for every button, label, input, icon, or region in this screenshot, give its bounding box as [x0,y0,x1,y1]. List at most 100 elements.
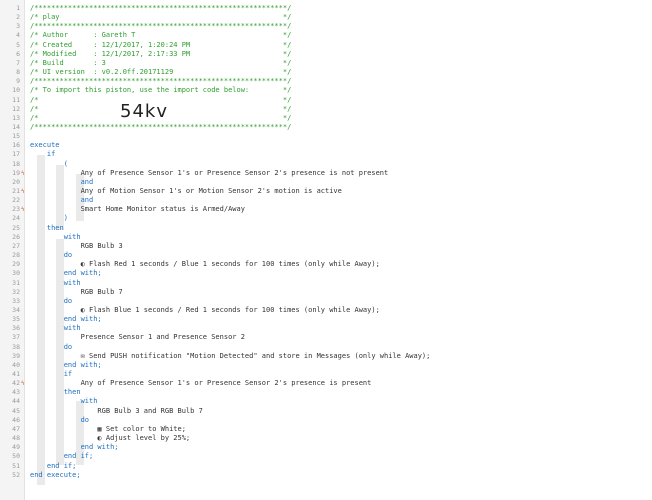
line-number: 4 [16,31,20,40]
line-number: 12 [12,104,20,113]
line-number: 13 [12,113,20,122]
code-text: /* UI version : v0.2.0ff.20171129 */ [30,68,292,77]
code-text: do [30,342,73,351]
code-line[interactable]: 15 [0,132,652,141]
code-line[interactable]: 49 end with; [0,443,652,452]
code-line[interactable]: 22 and [0,196,652,205]
code-line[interactable]: 18 ( [0,160,652,169]
code-text: do [30,296,73,305]
code-line[interactable]: 43 then [0,388,652,397]
line-number: 15 [12,132,20,141]
code-text: ✉ Send PUSH notification "Motion Detecte… [30,351,431,360]
code-text: end with; [30,315,102,324]
code-line[interactable]: 6 /* Modified : 12/1/2017, 2:17:33 PM */ [0,50,652,59]
line-number: 49 [12,443,20,452]
trigger-bolt-icon: ϟ [21,188,25,195]
code-line[interactable]: 34 ◐ Flash Blue 1 seconds / Red 1 second… [0,306,652,315]
code-line[interactable]: 37 Presence Sensor 1 and Presence Sensor… [0,333,652,342]
code-line[interactable]: 8 /* UI version : v0.2.0ff.20171129 */ [0,68,652,77]
code-text: end if; [30,452,94,461]
code-text: Any of Presence Sensor 1's or Presence S… [30,168,389,177]
line-number: 22 [12,196,20,205]
line-number: 3 [16,22,20,31]
code-line[interactable]: 11/* */ [0,96,652,105]
code-text: /* Created : 12/1/2017, 1:20:24 PM */ [30,40,292,49]
code-line[interactable]: 19 ϟ Any of Presence Sensor 1's or Presen… [0,169,652,178]
code-text: ( [30,159,68,168]
code-line[interactable]: 9 /**************************************… [0,77,652,86]
code-text: /***************************************… [30,77,292,86]
code-line[interactable]: 2 /* play */ [0,13,652,22]
code-text: ◐ Adjust level by 25%; [30,434,191,443]
line-number: 50 [12,452,20,461]
code-line[interactable]: 7 /* Build : 3 */ [0,59,652,68]
code-line[interactable]: 41 if [0,370,652,379]
code-line[interactable]: 46 do [0,416,652,425]
line-number: 36 [12,324,20,333]
code-text: with [30,232,81,241]
code-line[interactable]: 31 with [0,279,652,288]
code-line[interactable]: 51 end if; [0,462,652,471]
line-number: 40 [12,360,20,369]
code-text: /* play */ [30,13,292,22]
code-text: if [30,150,56,159]
line-number: 5 [16,40,20,49]
trigger-bolt-icon: ϟ [21,380,25,388]
line-number: 48 [12,434,20,443]
code-line[interactable]: 1 /**************************************… [0,4,652,13]
code-text: RGB Bulb 3 [30,241,123,250]
code-line[interactable]: 45 RGB Bulb 3 and RGB Bulb 7 [0,407,652,416]
line-number: 31 [12,278,20,287]
line-number: 52 [12,470,20,479]
code-line[interactable]: 14 /*************************************… [0,123,652,132]
code-line[interactable]: 30 end with; [0,269,652,278]
code-line[interactable]: 4 /* Author : Gareth T */ [0,31,652,40]
code-line[interactable]: 26 with [0,233,652,242]
code-line[interactable]: 25 then [0,224,652,233]
code-line[interactable]: 44 with [0,397,652,406]
code-line[interactable]: 52 end execute; [0,471,652,480]
code-text: then [30,223,64,232]
line-number: 26 [12,232,20,241]
code-line[interactable]: 38 do [0,343,652,352]
code-line[interactable]: 28 do [0,251,652,260]
line-number: 7 [16,58,20,67]
code-line[interactable]: 24 ) [0,214,652,223]
code-line[interactable]: 3 /**************************************… [0,22,652,31]
line-number: 27 [12,241,20,250]
code-line[interactable]: 29 ◐ Flash Red 1 seconds / Blue 1 second… [0,260,652,269]
line-number: 41 [12,370,20,378]
import-code[interactable]: 54kv [120,101,168,122]
code-line[interactable]: 5 /* Created : 12/1/2017, 1:20:24 PM */ [0,41,652,50]
code-line[interactable]: 39 ✉ Send PUSH notification "Motion Dete… [0,352,652,361]
code-text: with [30,397,98,406]
line-number: 19 [12,168,20,177]
code-line[interactable]: 17 if [0,150,652,159]
line-number: 32 [12,287,20,296]
code-line[interactable]: 16 execute [0,141,652,150]
line-number: 2 [16,13,20,22]
code-line[interactable]: 13/* */ [0,114,652,123]
code-line[interactable]: 33 do [0,297,652,306]
code-line[interactable]: 12/* */ [0,105,652,114]
code-line[interactable]: 48 ◐ Adjust level by 25%; [0,434,652,443]
code-line[interactable]: 20 and [0,178,652,187]
line-number: 51 [12,461,20,470]
code-text: and [30,196,94,205]
line-number: 28 [12,251,20,260]
code-line[interactable]: 50 end if; [0,452,652,461]
code-line[interactable]: 32 RGB Bulb 7 [0,288,652,297]
code-line[interactable]: 42 ϟ Any of Presence Sensor 1's or Presen… [0,379,652,388]
code-line[interactable]: 27 RGB Bulb 3 [0,242,652,251]
code-line[interactable]: 10 /* To import this piston, use the impo… [0,86,652,95]
code-text: do [30,415,90,424]
code-line[interactable]: 40 end with; [0,361,652,370]
code-line[interactable]: 21 ϟ Any of Motion Sensor 1's or Motion S… [0,187,652,196]
code-text: ◐ Flash Blue 1 seconds / Red 1 seconds f… [30,305,380,314]
code-line[interactable]: 36 with [0,324,652,333]
code-line[interactable]: 23 ϟ Smart Home Monitor status is Armed/A… [0,205,652,214]
line-number: 8 [16,68,20,77]
code-line[interactable]: 35 end with; [0,315,652,324]
code-line[interactable]: 47 ▦ Set color to White; [0,425,652,434]
code-text: /* Build : 3 */ [30,58,292,67]
